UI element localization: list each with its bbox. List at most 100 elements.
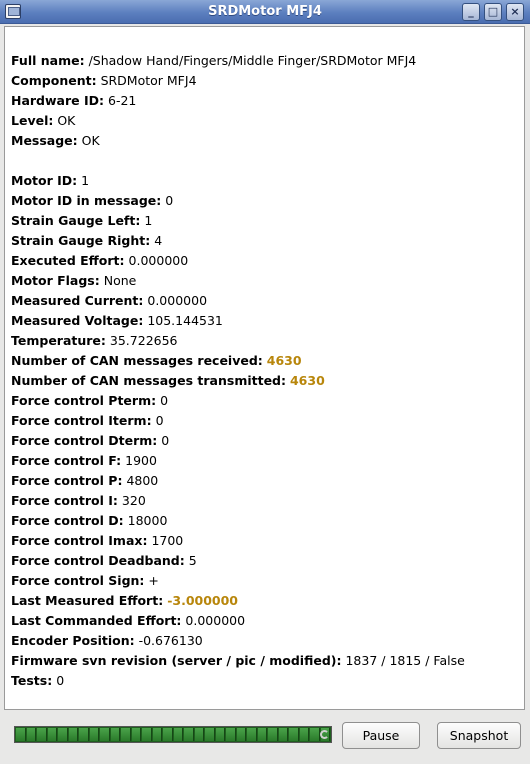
value-label: Force control I: [11, 493, 118, 508]
progress-segment [142, 728, 152, 741]
value-label: Force control Iterm: [11, 413, 152, 428]
progress-segment [47, 728, 57, 741]
value-text: 1837 / 1815 / False [345, 653, 465, 668]
progress-segment [37, 728, 47, 741]
busy-spinner-icon [320, 730, 329, 739]
value-label: Executed Effort: [11, 253, 125, 268]
value-row: Force control P: 4800 [11, 471, 465, 491]
hardware-id-value: 6-21 [108, 93, 137, 108]
value-text: 1700 [151, 533, 184, 548]
progress-segment [215, 728, 225, 741]
value-label: Force control Deadband: [11, 553, 185, 568]
progress-segment [26, 728, 36, 741]
progress-segment [278, 728, 288, 741]
value-label: Number of CAN messages received: [11, 353, 263, 368]
value-row: Tests: 0 [11, 671, 465, 691]
full-name-value: /Shadow Hand/Fingers/Middle Finger/SRDMo… [88, 53, 417, 68]
progress-segment [79, 728, 89, 741]
value-label: Last Commanded Effort: [11, 613, 182, 628]
component-value: SRDMotor MFJ4 [100, 73, 197, 88]
value-label: Force control Dterm: [11, 433, 158, 448]
value-label: Force control F: [11, 453, 122, 468]
pause-button[interactable]: Pause [342, 722, 420, 749]
value-text: 1900 [125, 453, 157, 468]
value-row: Force control Deadband: 5 [11, 551, 465, 571]
minimize-icon[interactable]: _ [462, 3, 480, 21]
value-row: Force control Imax: 1700 [11, 531, 465, 551]
progress-segment [310, 728, 320, 741]
value-label: Measured Current: [11, 293, 144, 308]
value-row: Encoder Position: -0.676130 [11, 631, 465, 651]
value-text: 1 [144, 213, 153, 228]
value-row: Motor Flags: None [11, 271, 465, 291]
progress-segment [247, 728, 257, 741]
value-row: Force control Pterm: 0 [11, 391, 465, 411]
full-name-label: Full name: [11, 53, 85, 68]
value-label: Encoder Position: [11, 633, 135, 648]
value-label: Last Measured Effort: [11, 593, 164, 608]
value-text: 0 [56, 673, 65, 688]
progress-segment [184, 728, 194, 741]
value-text: 1 [81, 173, 90, 188]
value-row: Motor ID in message: 0 [11, 191, 465, 211]
value-label: Temperature: [11, 333, 106, 348]
value-row: Force control F: 1900 [11, 451, 465, 471]
value-label: Firmware svn revision (server / pic / mo… [11, 653, 342, 668]
close-icon[interactable]: × [506, 3, 524, 21]
message-label: Message: [11, 133, 78, 148]
progress-segment [16, 728, 26, 741]
progress-segment [173, 728, 183, 741]
value-row: Temperature: 35.722656 [11, 331, 465, 351]
value-row: Motor ID: 1 [11, 171, 465, 191]
value-text: 0.000000 [128, 253, 189, 268]
level-label: Level: [11, 113, 54, 128]
progress-segment [268, 728, 278, 741]
snapshot-button[interactable]: Snapshot [437, 722, 521, 749]
value-row: Last Measured Effort: -3.000000 [11, 591, 465, 611]
value-label: Strain Gauge Left: [11, 213, 141, 228]
progress-segment [68, 728, 78, 741]
value-list: Motor ID: 1 Motor ID in message: 0 Strain … [11, 171, 465, 691]
value-label: Tests: [11, 673, 53, 688]
value-label: Motor ID in message: [11, 193, 162, 208]
value-row: Executed Effort: 0.000000 [11, 251, 465, 271]
level-row: Level: OK [11, 111, 465, 131]
window-title: SRDMotor MFJ4 [208, 4, 322, 19]
progress-segment [121, 728, 131, 741]
progress-segment [131, 728, 141, 741]
value-label: Motor Flags: [11, 273, 100, 288]
value-label: Measured Voltage: [11, 313, 144, 328]
progress-segment [205, 728, 215, 741]
value-text: 0 [165, 193, 174, 208]
value-text: 105.144531 [147, 313, 223, 328]
value-text: 0.000000 [185, 613, 246, 628]
title-bar: SRDMotor MFJ4 _ □ × [0, 0, 530, 24]
hardware-id-row: Hardware ID: 6-21 [11, 91, 465, 111]
value-row: Force control Iterm: 0 [11, 411, 465, 431]
value-text: 5 [188, 553, 197, 568]
value-row: Force control Dterm: 0 [11, 431, 465, 451]
detail-panel[interactable]: Full name: /Shadow Hand/Fingers/Middle F… [4, 26, 525, 710]
maximize-icon[interactable]: □ [484, 3, 502, 21]
value-label: Force control Pterm: [11, 393, 157, 408]
value-text: -3.000000 [167, 593, 239, 608]
progress-bar [14, 726, 332, 743]
value-text: 0.000000 [147, 293, 208, 308]
progress-segment [58, 728, 68, 741]
value-text: 0 [155, 413, 164, 428]
value-row: Measured Voltage: 105.144531 [11, 311, 465, 331]
value-text: None [103, 273, 137, 288]
value-label: Force control Sign: [11, 573, 145, 588]
progress-segment [163, 728, 173, 741]
value-row: Strain Gauge Left: 1 [11, 211, 465, 231]
value-text: 0 [161, 433, 170, 448]
progress-segment [299, 728, 309, 741]
component-row: Component: SRDMotor MFJ4 [11, 71, 465, 91]
full-name-row: Full name: /Shadow Hand/Fingers/Middle F… [11, 51, 465, 71]
message-row: Message: OK [11, 131, 465, 151]
value-row: Force control Sign: + [11, 571, 465, 591]
progress-segment [152, 728, 162, 741]
value-text: 4800 [126, 473, 159, 488]
value-label: Strain Gauge Right: [11, 233, 151, 248]
